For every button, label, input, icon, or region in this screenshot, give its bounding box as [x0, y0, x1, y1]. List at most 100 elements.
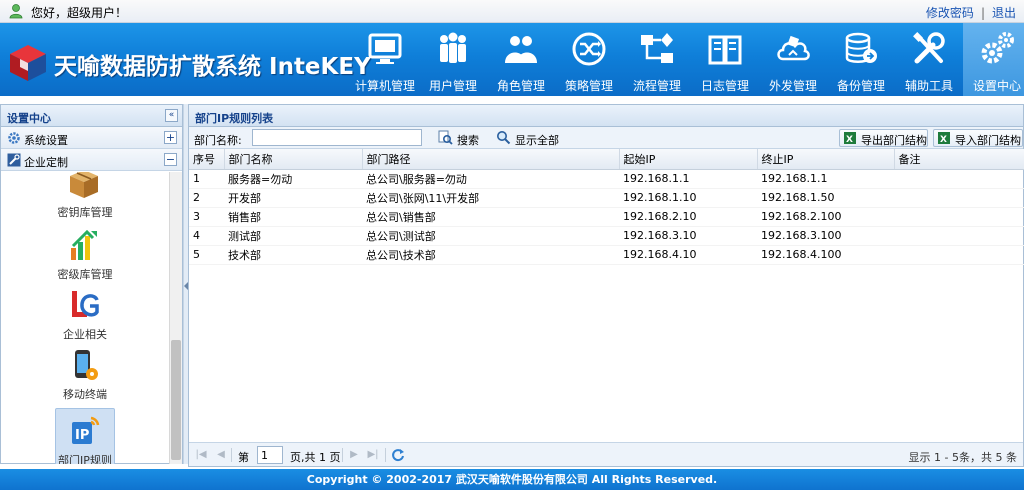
- cell-start-ip: 192.168.1.10: [619, 188, 757, 208]
- gear-icon: [8, 132, 20, 144]
- cell-remark: [894, 169, 1024, 189]
- left-panel: 设置中心 « 系统设置 + 企业定制 − 密钥库管理 密级库管理 企业相关 移动…: [0, 104, 183, 464]
- magnifier-icon: [497, 131, 511, 145]
- expand-toggle[interactable]: +: [164, 131, 177, 144]
- module-dept-ip-rules[interactable]: IP 部门IP规则: [1, 408, 169, 464]
- cell-dept-path: 总公司\测试部: [362, 226, 619, 246]
- nav-label: 外发管理: [768, 79, 817, 93]
- cell-dept-name: 测试部: [224, 226, 362, 246]
- cell-end-ip: 192.168.1.1: [757, 169, 894, 189]
- dept-name-input[interactable]: [252, 129, 422, 146]
- logout-link[interactable]: 退出: [992, 6, 1016, 20]
- nav-user-management[interactable]: 用户管理: [419, 23, 487, 96]
- ip-rule-icon: IP: [72, 416, 100, 444]
- search-icon: [438, 130, 453, 145]
- page-number-input[interactable]: [257, 446, 283, 464]
- nav-label: 设置中心: [972, 79, 1021, 93]
- col-header-start-ip[interactable]: 起始IP: [619, 149, 758, 170]
- nav-label: 备份管理: [836, 79, 885, 93]
- monitor-icon: [368, 33, 402, 64]
- table-row[interactable]: 2 开发部 总公司\张网\11\开发部 192.168.1.10 192.168…: [189, 188, 1024, 208]
- table-row[interactable]: 4 测试部 总公司\测试部 192.168.3.10 192.168.3.100: [189, 226, 1024, 246]
- module-label: 移动终端: [63, 388, 107, 401]
- right-panel-title: 部门IP规则列表: [195, 112, 274, 125]
- module-label: 企业相关: [63, 328, 107, 341]
- cell-dept-name: 销售部: [224, 207, 362, 227]
- nav-outbound-management[interactable]: 外发管理: [759, 23, 827, 96]
- cell-end-ip: 192.168.1.50: [757, 188, 894, 208]
- last-page-icon[interactable]: ▶|: [367, 449, 379, 461]
- nav-aux-tools[interactable]: 辅助工具: [895, 23, 963, 96]
- module-label: 密级库管理: [57, 268, 113, 281]
- module-key-library[interactable]: 密钥库管理: [1, 172, 169, 224]
- book-icon: [708, 35, 742, 65]
- record-summary: 显示 1 - 5条，共 5 条: [908, 451, 1017, 464]
- nav-flow-management[interactable]: 流程管理: [623, 23, 691, 96]
- module-enterprise-related[interactable]: 企业相关: [1, 288, 169, 346]
- tools-small-icon: [7, 153, 21, 167]
- nav-label: 流程管理: [632, 79, 681, 93]
- collapse-panel-button[interactable]: «: [165, 109, 178, 122]
- refresh-icon[interactable]: [391, 448, 405, 462]
- col-header-dept-name[interactable]: 部门名称: [224, 149, 363, 170]
- collapse-toggle[interactable]: −: [164, 153, 177, 166]
- prev-page-icon[interactable]: ◀: [215, 449, 227, 461]
- page-suffix: 页,共 1 页: [290, 451, 341, 464]
- nav-settings-center[interactable]: 设置中心: [963, 23, 1024, 96]
- col-header-remark[interactable]: 备注: [894, 149, 1024, 170]
- module-mobile-terminal[interactable]: 移动终端: [1, 348, 169, 406]
- nav-log-management[interactable]: 日志管理: [691, 23, 759, 96]
- table-row[interactable]: 5 技术部 总公司\技术部 192.168.4.10 192.168.4.100: [189, 245, 1024, 265]
- excel-export-icon: X: [844, 132, 856, 145]
- cell-dept-name: 技术部: [224, 245, 362, 265]
- section-label: 系统设置: [24, 134, 68, 147]
- scrollbar-thumb[interactable]: [171, 340, 181, 460]
- footer-copyright: Copyright © 2002-2017 武汉天喻软件股份有限公司 All R…: [0, 469, 1024, 490]
- export-dept-structure-button[interactable]: X 导出部门结构: [839, 129, 928, 147]
- first-page-icon[interactable]: |◀: [195, 449, 207, 461]
- cell-start-ip: 192.168.3.10: [619, 226, 757, 246]
- level-bars-icon: [71, 229, 97, 260]
- nav-computer-management[interactable]: 计算机管理: [351, 23, 419, 96]
- nav-label: 用户管理: [428, 79, 477, 93]
- module-security-level-library[interactable]: 密级库管理: [1, 228, 169, 286]
- left-scrollbar[interactable]: [169, 172, 182, 464]
- left-panel-title-bar: 设置中心 «: [1, 105, 182, 127]
- section-enterprise-custom[interactable]: 企业定制 −: [1, 149, 182, 171]
- nav-label: 日志管理: [700, 79, 749, 93]
- section-system-settings[interactable]: 系统设置 +: [1, 127, 182, 149]
- left-panel-title: 设置中心: [7, 112, 51, 125]
- cell-remark: [894, 245, 1024, 265]
- link-separator: |: [980, 6, 985, 20]
- col-header-end-ip[interactable]: 终止IP: [757, 149, 895, 170]
- cell-remark: [894, 207, 1024, 227]
- nav-backup-management[interactable]: 备份管理: [827, 23, 895, 96]
- import-dept-structure-button[interactable]: X 导入部门结构: [933, 129, 1023, 147]
- nav-role-management[interactable]: 角色管理: [487, 23, 555, 96]
- export-label: 导出部门结构: [861, 134, 927, 147]
- pager-divider: [385, 448, 386, 462]
- col-header-dept-path[interactable]: 部门路径: [362, 149, 620, 170]
- filter-toolbar: 部门名称: 搜索 显示全部 X 导出部门结构 X 导入部门结构: [189, 127, 1023, 149]
- cell-dept-name: 服务器=勿动: [224, 169, 362, 189]
- cell-index: 2: [189, 188, 224, 208]
- cell-index: 4: [189, 226, 224, 246]
- tools-icon: [913, 32, 945, 64]
- cell-dept-path: 总公司\服务器=勿动: [362, 169, 619, 189]
- cell-dept-path: 总公司\销售部: [362, 207, 619, 227]
- cell-end-ip: 192.168.2.100: [757, 207, 894, 227]
- table-row[interactable]: 1 服务器=勿动 总公司\服务器=勿动 192.168.1.1 192.168.…: [189, 169, 1024, 189]
- table-row[interactable]: 3 销售部 总公司\销售部 192.168.2.10 192.168.2.100: [189, 207, 1024, 227]
- greeting-text: 您好，超级用户！: [31, 6, 128, 20]
- import-label: 导入部门结构: [955, 134, 1021, 147]
- next-page-icon[interactable]: ▶: [348, 449, 360, 461]
- logo-text: 天喻数据防扩散系统 InteKEY: [54, 54, 371, 80]
- col-header-index[interactable]: 序号: [189, 149, 225, 170]
- nav-label: 计算机管理: [354, 79, 415, 93]
- cell-dept-path: 总公司\张网\11\开发部: [362, 188, 619, 208]
- cloud-icon: [777, 35, 810, 61]
- cell-remark: [894, 226, 1024, 246]
- change-password-link[interactable]: 修改密码: [926, 6, 974, 20]
- database-icon: [845, 32, 877, 63]
- nav-policy-management[interactable]: 策略管理: [555, 23, 623, 96]
